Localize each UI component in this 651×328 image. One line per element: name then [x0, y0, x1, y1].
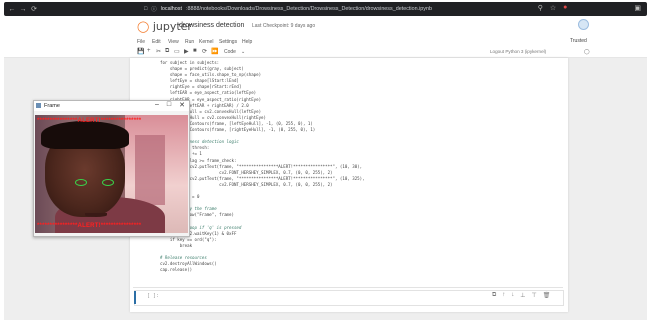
- browser-actions: ⚲ ☆ ● ▣: [538, 4, 641, 12]
- person-hair: [41, 121, 129, 149]
- code-line: cap.release(): [160, 267, 193, 273]
- insert-above-icon[interactable]: ⊥: [520, 292, 525, 299]
- insert-below-icon[interactable]: ⊤: [532, 292, 537, 299]
- cell-prompt: [ ]:: [147, 293, 160, 299]
- menu-edit[interactable]: Edit: [152, 39, 161, 45]
- menu-help[interactable]: Help: [242, 39, 252, 45]
- kernel-status-icon: ◯: [584, 49, 590, 55]
- frame-window[interactable]: Frame – □ ✕ ****************ALERT!******…: [33, 100, 190, 237]
- active-cell-marker: [134, 291, 136, 304]
- window-icon: [36, 103, 41, 108]
- run-all-icon[interactable]: ⏩: [211, 48, 218, 55]
- reload-icon[interactable]: ⟳: [31, 6, 37, 13]
- alert-text-bottom: ****************ALERT!****************: [37, 223, 142, 229]
- delete-cell-icon[interactable]: 🗑: [543, 292, 551, 299]
- jupyter-logo-icon: ◯: [137, 20, 150, 33]
- copy-icon[interactable]: ⧉: [165, 48, 169, 55]
- url-path: :8888/notebooks/Downloads/Drowsiness_Det…: [185, 6, 432, 12]
- address-bar[interactable]: □ ⓘ localhost :8888/notebooks/Downloads/…: [144, 4, 544, 14]
- zoom-icon[interactable]: ⚲: [538, 4, 543, 12]
- move-down-icon[interactable]: ↓: [511, 292, 514, 299]
- background-door: [135, 135, 165, 205]
- duplicate-cell-icon[interactable]: ⧉: [492, 292, 496, 299]
- menu-view[interactable]: View: [168, 39, 179, 45]
- extension-icon[interactable]: ●: [563, 4, 567, 12]
- forward-icon[interactable]: →: [20, 6, 27, 13]
- close-icon[interactable]: ✕: [179, 101, 185, 109]
- move-up-icon[interactable]: ↑: [502, 292, 505, 299]
- code-line: cv2.putText(frame, "****************ALER…: [160, 163, 363, 169]
- right-eye-contour: [102, 179, 114, 186]
- notebook-toolbar: 💾 + ✂ ⧉ ▭ ▶ ■ ⟳ ⏩ Code ⌄ Logout Python 3…: [4, 47, 647, 58]
- mouth: [85, 213, 107, 217]
- url-host: localhost: [160, 6, 182, 12]
- menu-file[interactable]: File: [137, 39, 145, 45]
- minimize-icon[interactable]: –: [155, 101, 159, 109]
- menu-bar: File Edit View Run Kernel Settings Help …: [4, 38, 647, 47]
- star-icon[interactable]: ☆: [550, 4, 556, 12]
- kernel-info: Logout Python 3 (ipykernel): [490, 49, 547, 54]
- notebook-title[interactable]: drowsiness detection: [179, 22, 244, 29]
- sidebar-icon[interactable]: ▣: [634, 4, 641, 12]
- cell-type-select[interactable]: Code: [224, 49, 236, 55]
- menu-kernel[interactable]: Kernel: [199, 39, 213, 45]
- checkpoint-status: Last Checkpoint: 9 days ago: [252, 23, 316, 29]
- save-icon[interactable]: 💾: [137, 48, 144, 55]
- tab-icon: □: [144, 6, 148, 12]
- frame-window-titlebar[interactable]: Frame – □ ✕: [34, 101, 189, 111]
- browser-nav: ← → ⟳: [9, 6, 37, 14]
- back-icon[interactable]: ←: [9, 6, 16, 13]
- webcam-video: ****************ALERT!**************** *…: [35, 115, 188, 233]
- insert-cell-icon[interactable]: +: [147, 48, 151, 54]
- code-cell[interactable]: for subject in subjects: shape = predict…: [160, 60, 380, 273]
- cell-toolbar: ⧉ ↑ ↓ ⊥ ⊤ 🗑: [492, 292, 550, 299]
- trusted-badge[interactable]: Trusted: [570, 38, 587, 44]
- jupyter-header: ◯ jupyter drowsiness detection Last Chec…: [4, 16, 647, 38]
- stop-icon[interactable]: ■: [193, 48, 197, 54]
- code-line: cv2.putText(frame, "****************ALER…: [160, 175, 365, 181]
- left-eye-contour: [75, 179, 87, 186]
- browser-toolbar: ← → ⟳ □ ⓘ localhost :8888/notebooks/Down…: [4, 2, 647, 16]
- cut-icon[interactable]: ✂: [156, 48, 161, 55]
- kernel-logo-icon: [578, 19, 589, 30]
- menu-settings[interactable]: Settings: [219, 39, 237, 45]
- info-icon: ⓘ: [151, 7, 157, 13]
- chevron-down-icon[interactable]: ⌄: [241, 49, 245, 55]
- paste-icon[interactable]: ▭: [174, 48, 180, 55]
- run-icon[interactable]: ▶: [184, 48, 189, 55]
- cell-divider: [133, 287, 563, 288]
- frame-window-title: Frame: [44, 103, 60, 109]
- alert-text-top: ****************ALERT!****************: [37, 118, 142, 124]
- maximize-icon[interactable]: □: [167, 101, 171, 109]
- menu-run[interactable]: Run: [185, 39, 194, 45]
- window-controls: – □ ✕: [155, 101, 185, 109]
- restart-icon[interactable]: ⟳: [202, 48, 207, 55]
